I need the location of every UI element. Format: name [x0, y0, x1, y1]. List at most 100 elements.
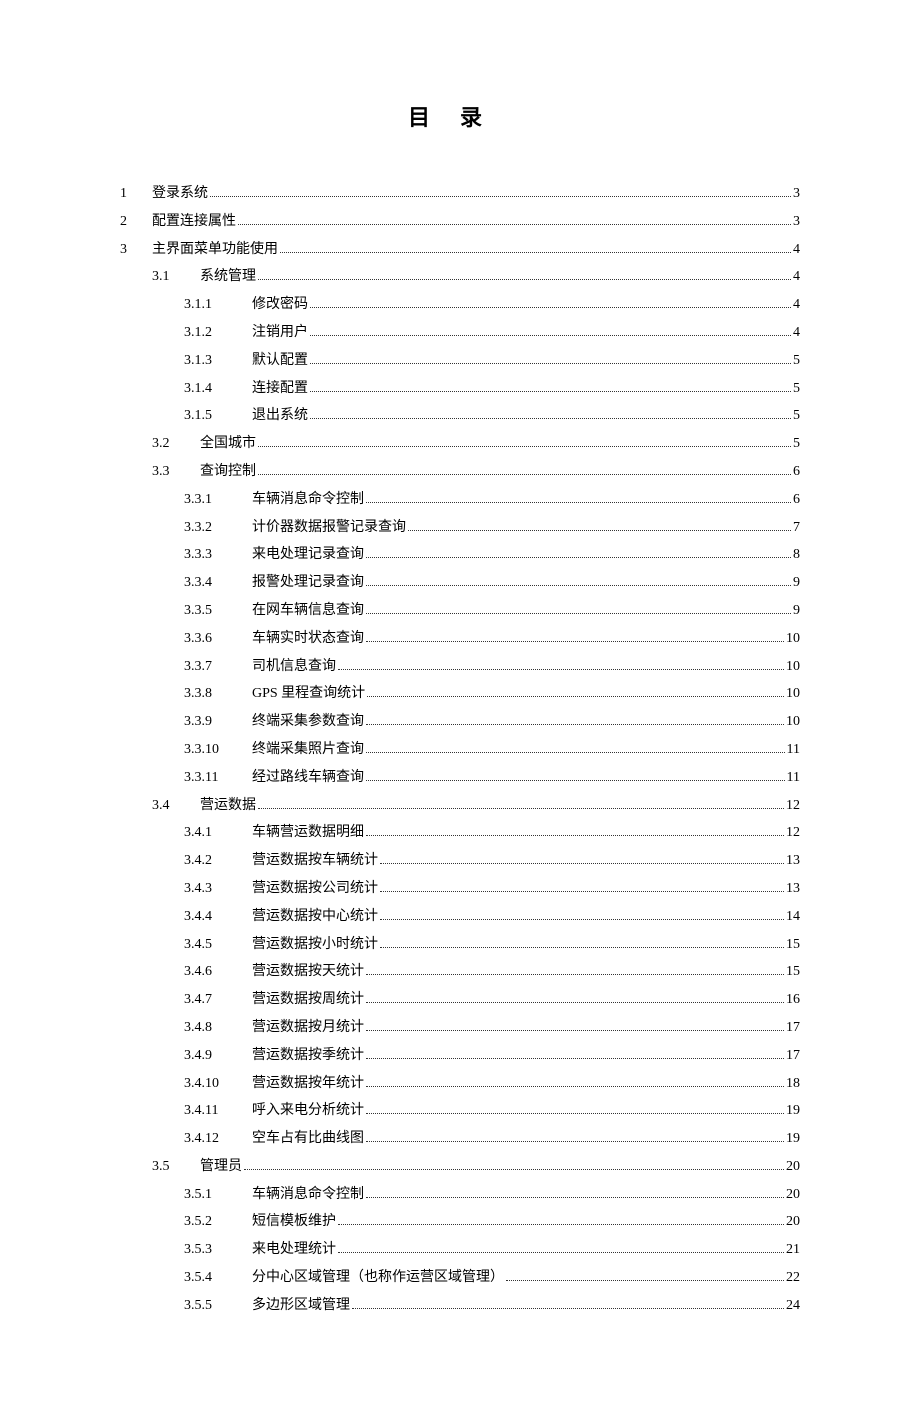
toc-number: 3.4.1 [184, 821, 252, 845]
toc-entry: 3.3.5在网车辆信息查询9 [120, 599, 800, 623]
toc-page-number: 4 [793, 293, 800, 317]
toc-leader-dots [366, 724, 784, 725]
toc-page-number: 10 [786, 627, 800, 651]
toc-number: 3.3.7 [184, 655, 252, 679]
toc-leader-dots [310, 363, 791, 364]
toc-page-number: 5 [793, 377, 800, 401]
toc-number: 3.3 [152, 460, 200, 484]
toc-page-number: 12 [786, 821, 800, 845]
toc-page-number: 22 [786, 1266, 800, 1290]
toc-entry: 3.4.6营运数据按天统计15 [120, 960, 800, 984]
toc-text: 多边形区域管理 [252, 1294, 350, 1318]
toc-number: 3.3.2 [184, 516, 252, 540]
toc-entry: 3.3.3来电处理记录查询8 [120, 543, 800, 567]
toc-page-number: 19 [786, 1127, 800, 1151]
toc-page-number: 24 [786, 1294, 800, 1318]
toc-entry: 3.3.10终端采集照片查询11 [120, 738, 800, 762]
toc-entry: 3.1.4连接配置5 [120, 377, 800, 401]
toc-leader-dots [310, 391, 791, 392]
toc-number: 3.5.2 [184, 1210, 252, 1234]
toc-text: 计价器数据报警记录查询 [252, 516, 406, 540]
toc-text: 空车占有比曲线图 [252, 1127, 364, 1151]
toc-entry: 3.1.5退出系统5 [120, 404, 800, 428]
toc-text: 退出系统 [252, 404, 308, 428]
toc-number: 3.5.5 [184, 1294, 252, 1318]
toc-page-number: 8 [793, 543, 800, 567]
toc-number: 3 [120, 238, 152, 262]
document-page: 目录 1登录系统32配置连接属性33主界面菜单功能使用43.1系统管理43.1.… [0, 0, 920, 1402]
toc-text: 配置连接属性 [152, 210, 236, 234]
toc-number: 3.4.2 [184, 849, 252, 873]
toc-text: 终端采集参数查询 [252, 710, 364, 734]
toc-text: 连接配置 [252, 377, 308, 401]
toc-number: 3.4.3 [184, 877, 252, 901]
toc-entry: 3.1.1修改密码4 [120, 293, 800, 317]
toc-entry: 3.4.5营运数据按小时统计15 [120, 933, 800, 957]
toc-leader-dots [352, 1308, 784, 1309]
toc-entry: 3.4.7营运数据按周统计16 [120, 988, 800, 1012]
toc-leader-dots [366, 1086, 784, 1087]
toc-number: 3.3.5 [184, 599, 252, 623]
toc-text: 车辆消息命令控制 [252, 488, 364, 512]
toc-page-number: 9 [793, 571, 800, 595]
toc-entry: 1登录系统3 [120, 182, 800, 206]
toc-number: 3.3.6 [184, 627, 252, 651]
toc-page-number: 6 [793, 460, 800, 484]
toc-entry: 3.3.8GPS 里程查询统计10 [120, 682, 800, 706]
toc-number: 3.3.11 [184, 766, 252, 790]
toc-leader-dots [258, 279, 791, 280]
toc-number: 3.4.9 [184, 1044, 252, 1068]
toc-entry: 2配置连接属性3 [120, 210, 800, 234]
toc-page-number: 13 [786, 877, 800, 901]
toc-number: 3.4.6 [184, 960, 252, 984]
toc-text: 系统管理 [200, 265, 256, 289]
toc-entry: 3.1.2注销用户4 [120, 321, 800, 345]
toc-entry: 3主界面菜单功能使用4 [120, 238, 800, 262]
toc-text: 营运数据按天统计 [252, 960, 364, 984]
toc-number: 3.4.12 [184, 1127, 252, 1151]
toc-number: 3.4.11 [184, 1099, 252, 1123]
toc-leader-dots [506, 1280, 784, 1281]
toc-leader-dots [244, 1169, 784, 1170]
toc-entry: 3.3.4报警处理记录查询9 [120, 571, 800, 595]
toc-page-number: 16 [786, 988, 800, 1012]
toc-leader-dots [367, 696, 784, 697]
toc-number: 3.4.8 [184, 1016, 252, 1040]
toc-text: 营运数据按小时统计 [252, 933, 378, 957]
toc-text: 车辆实时状态查询 [252, 627, 364, 651]
toc-entry: 3.4.3营运数据按公司统计13 [120, 877, 800, 901]
toc-entry: 3.4.1车辆营运数据明细 12 [120, 821, 800, 845]
toc-number: 3.2 [152, 432, 200, 456]
toc-entry: 3.4.2营运数据按车辆统计13 [120, 849, 800, 873]
toc-leader-dots [380, 919, 784, 920]
toc-number: 3.3.9 [184, 710, 252, 734]
toc-page-number: 17 [786, 1016, 800, 1040]
toc-entry: 3.4.12空车占有比曲线图 19 [120, 1127, 800, 1151]
toc-entry: 3.4.4营运数据按中心统计14 [120, 905, 800, 929]
toc-page-number: 10 [786, 682, 800, 706]
toc-number: 3.5.3 [184, 1238, 252, 1262]
toc-entry: 3.5管理员20 [120, 1155, 800, 1179]
toc-leader-dots [380, 891, 784, 892]
toc-page-number: 18 [786, 1072, 800, 1096]
toc-leader-dots [366, 557, 791, 558]
toc-page-number: 5 [793, 432, 800, 456]
toc-text: 短信模板维护 [252, 1210, 336, 1234]
toc-text: 营运数据按中心统计 [252, 905, 378, 929]
toc-leader-dots [366, 641, 784, 642]
toc-text: 呼入来电分析统计 [252, 1099, 364, 1123]
toc-text: 注销用户 [252, 321, 308, 345]
toc-leader-dots [366, 613, 791, 614]
toc-page-number: 11 [787, 738, 800, 762]
toc-entry: 3.5.1车辆消息命令控制20 [120, 1183, 800, 1207]
toc-number: 3.1 [152, 265, 200, 289]
toc-page-number: 4 [793, 265, 800, 289]
toc-text: 车辆营运数据明细 [252, 821, 364, 845]
toc-leader-dots [258, 474, 791, 475]
toc-number: 1 [120, 182, 152, 206]
toc-leader-dots [366, 1141, 784, 1142]
toc-number: 3.3.1 [184, 488, 252, 512]
toc-text: 车辆消息命令控制 [252, 1183, 364, 1207]
toc-leader-dots [408, 530, 791, 531]
toc-number: 3.1.2 [184, 321, 252, 345]
